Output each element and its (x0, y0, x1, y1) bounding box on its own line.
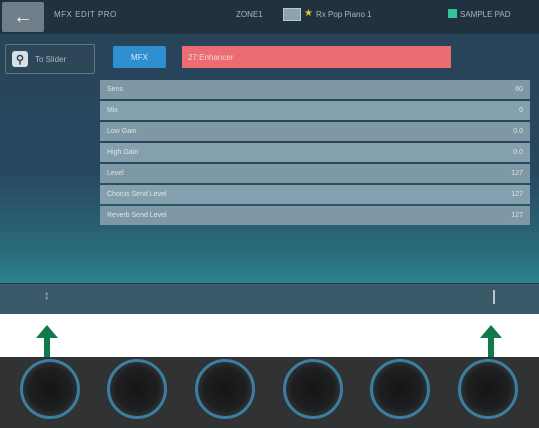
param-value: 127 (511, 212, 523, 219)
param-label: Low Gain (107, 128, 137, 135)
param-row-sens[interactable]: Sens 60 (100, 80, 530, 99)
param-row-chorus-send[interactable]: Chorus Send Level 127 (100, 185, 530, 204)
param-row-mix[interactable]: Mix 0 (100, 101, 530, 120)
screen-title: MFX EDIT PRO (54, 10, 117, 19)
param-label: High Gain (107, 149, 139, 156)
param-value: 60 (515, 86, 523, 93)
param-row-low-gain[interactable]: Low Gain 0.0 (100, 122, 530, 141)
knob-4[interactable] (283, 359, 343, 419)
parameter-list: Sens 60 Mix 0 Low Gain 0.0 High Gain 0.0… (100, 80, 530, 227)
param-label: Mix (107, 107, 118, 114)
bottom-bar (0, 283, 539, 314)
arrow-up-left-icon (36, 325, 58, 357)
to-slider-label: To Slider (35, 54, 67, 64)
mfx-type-field[interactable]: 27:Enhancer (182, 46, 451, 68)
zone-label: ZONE1 (236, 10, 263, 19)
up-down-icon[interactable]: ↕ (44, 288, 50, 302)
param-row-high-gain[interactable]: High Gain 0.0 (100, 143, 530, 162)
arrow-up-right-icon (480, 325, 502, 357)
param-value: 0 (519, 107, 523, 114)
param-label: Chorus Send Level (107, 191, 167, 198)
knob-3[interactable] (195, 359, 255, 419)
param-label: Level (107, 170, 124, 177)
back-arrow-icon: ← (13, 5, 33, 28)
device-screen: ← MFX EDIT PRO ZONE1 ★ Rx Pop Piano 1 SA… (0, 0, 539, 314)
top-bar: ← MFX EDIT PRO ZONE1 ★ Rx Pop Piano 1 SA… (0, 0, 539, 34)
star-icon: ★ (304, 8, 313, 19)
knob-1[interactable] (20, 359, 80, 419)
param-value: 0.0 (513, 149, 523, 156)
sample-pad-label[interactable]: SAMPLE PAD (460, 10, 511, 19)
mfx-button[interactable]: MFX (113, 46, 166, 68)
keyboard-icon (283, 8, 301, 21)
sample-pad-indicator-icon (448, 9, 457, 18)
back-button[interactable]: ← (2, 2, 44, 32)
param-value: 0.0 (513, 128, 523, 135)
preset-name: Rx Pop Piano 1 (316, 10, 372, 19)
to-slider-button[interactable]: ⚲ To Slider (5, 44, 95, 74)
param-row-reverb-send[interactable]: Reverb Send Level 127 (100, 206, 530, 225)
knob-6[interactable] (458, 359, 518, 419)
param-value: 127 (511, 191, 523, 198)
knob-5[interactable] (370, 359, 430, 419)
param-label: Sens (107, 86, 123, 93)
param-label: Reverb Send Level (107, 212, 167, 219)
param-value: 127 (511, 170, 523, 177)
knob-2[interactable] (107, 359, 167, 419)
param-row-level[interactable]: Level 127 (100, 164, 530, 183)
magnifier-icon: ⚲ (12, 51, 28, 67)
scroll-indicator-icon[interactable] (493, 290, 495, 304)
